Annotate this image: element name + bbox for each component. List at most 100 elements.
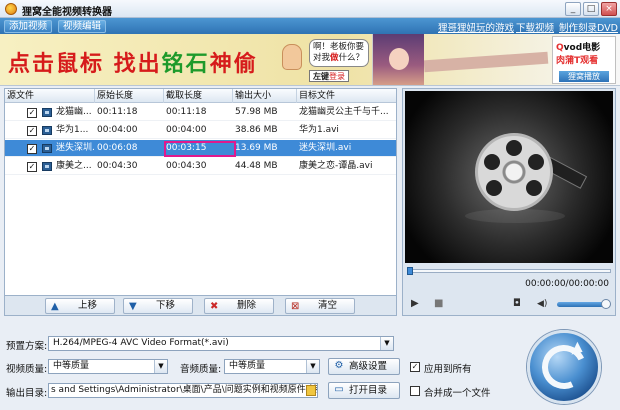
video-quality-label: 视频质量: (6, 364, 48, 375)
preset-select[interactable]: H.264/MPEG-4 AVC Video Format(*.avi) ▼ (48, 336, 394, 351)
row-checkbox[interactable]: ✓ (27, 162, 37, 172)
row-checkbox[interactable]: ✓ (27, 108, 37, 118)
cell-clip: 00:11:18 (166, 107, 207, 117)
video-file-icon (42, 144, 52, 153)
video-file-icon (42, 162, 52, 171)
row-checkbox[interactable]: ✓ (27, 144, 37, 154)
column-original-length[interactable]: 原始长度 (95, 89, 164, 103)
video-quality-select[interactable]: 中等质量 ▼ (48, 359, 168, 374)
title-bar: 狸窝全能视频转换器 _ □ × (0, 0, 620, 18)
arrow-down-icon: ▼ (129, 301, 137, 312)
film-reel-icon (475, 133, 553, 211)
maximize-button[interactable]: □ (583, 2, 599, 16)
table-row[interactable]: ✓迷失深圳...00:06:0800:03:1513.69 MB迷失深圳.avi (5, 140, 396, 157)
column-source[interactable]: 源文件 (5, 89, 95, 103)
play-button[interactable]: ▶ (411, 298, 419, 310)
video-file-icon (42, 126, 52, 135)
folder-icon: ▭ (334, 384, 344, 395)
apply-all-label: 应用到所有 (424, 364, 472, 375)
cell-source: 华为1... (56, 125, 89, 135)
cell-size: 44.48 MB (235, 161, 278, 171)
cell-target: 康美之恋-谭晶.avi (299, 161, 373, 171)
seek-thumb[interactable] (407, 267, 413, 275)
merge-checkbox[interactable] (410, 386, 420, 396)
volume-icon[interactable]: ◀) (537, 298, 547, 310)
folder-icon (306, 385, 316, 396)
output-path-input[interactable]: s and Settings\Administrator\桌面\产品\问题实例和… (48, 383, 318, 398)
video-preview: 00:00:00/00:00:00 ▶ ■ ◘ ◀) (402, 88, 616, 316)
snapshot-button[interactable]: ◘ (513, 298, 521, 310)
cell-original: 00:04:30 (97, 161, 138, 171)
table-row[interactable]: ✓ 康美之... 00:04:30 00:04:30 44.48 MB 康美之恋-谭晶.a… (5, 158, 396, 175)
cell-size: 38.86 MB (235, 125, 278, 135)
close-button[interactable]: × (601, 2, 617, 16)
download-video-link[interactable]: 下载视频 (516, 20, 554, 34)
cell-target: 龙猫幽灵公主千与千... (299, 107, 389, 117)
volume-slider[interactable] (557, 299, 611, 309)
ad-illustration (372, 34, 424, 85)
ad-login-button[interactable]: 左键登录 (309, 70, 349, 82)
apply-all-checkbox[interactable]: ✓ (410, 362, 420, 372)
move-down-button[interactable]: ▼ 下移 (123, 298, 193, 314)
cell-original: 00:11:18 (97, 107, 138, 117)
window-title: 狸窝全能视频转换器 (22, 7, 112, 18)
arrow-up-icon: ▲ (51, 301, 59, 312)
hand-icon (282, 44, 302, 70)
delete-button[interactable]: ✖ 删除 (204, 298, 274, 314)
vod-play-link[interactable]: 狸窝播放 (559, 71, 609, 82)
cell-original: 00:06:08 (97, 143, 138, 153)
cell-size: 57.98 MB (235, 107, 278, 117)
menu-bar: 添加视频 视频编辑 狸哥狸妞玩的游戏 下载视频 制作刻录DVD (0, 18, 620, 34)
games-link[interactable]: 狸哥狸妞玩的游戏 (438, 20, 514, 34)
settings-icon: ⚙ (334, 360, 344, 371)
chevron-down-icon: ▼ (306, 360, 319, 373)
seek-bar[interactable] (407, 267, 611, 275)
ad-illustration-arm (423, 51, 549, 73)
clear-button[interactable]: ⊠ 清空 (285, 298, 355, 314)
cell-source: 龙猫幽... (56, 107, 92, 117)
volume-thumb[interactable] (601, 299, 611, 309)
delete-icon: ✖ (210, 301, 219, 312)
chevron-down-icon: ▼ (154, 360, 167, 373)
column-clip-length[interactable]: 截取长度 (164, 89, 233, 103)
advanced-settings-button[interactable]: ⚙ 高级设置 (328, 358, 400, 375)
vod-ad[interactable]: Qvod电影 肉蒲T观看 狸窝播放 (552, 36, 616, 84)
output-dir-label: 输出目录: (6, 388, 48, 399)
merge-label: 合并成一个文件 (424, 388, 491, 399)
cell-size: 13.69 MB (235, 143, 278, 153)
stop-button[interactable]: ■ (434, 298, 443, 310)
cell-original: 00:04:00 (97, 125, 138, 135)
cell-source: 迷失深圳... (56, 143, 94, 153)
settings-panel: 预置方案: H.264/MPEG-4 AVC Video Format(*.av… (0, 330, 520, 410)
add-video-button[interactable]: 添加视频 (4, 20, 53, 33)
list-actions: ▲ 上移 ▼ 下移 ✖ 删除 ⊠ 清空 (4, 296, 397, 316)
ad-slogan: 点击鼠标 找出铭石神偷 (8, 51, 258, 77)
ad-speech-bubble: 啊！老板你要 对我做什么？ (309, 39, 369, 67)
preview-screen (405, 91, 613, 263)
column-output-size[interactable]: 输出大小 (233, 89, 297, 103)
minimize-button[interactable]: _ (565, 2, 581, 16)
file-list-header: 源文件 原始长度 截取长度 输出大小 目标文件 (5, 89, 396, 103)
table-row[interactable]: ✓ 华为1... 00:04:00 00:04:00 38.86 MB 华为1.avi (5, 122, 396, 139)
chevron-down-icon: ▼ (380, 337, 393, 350)
column-target[interactable]: 目标文件 (297, 89, 398, 103)
cell-target: 迷失深圳.avi (299, 143, 352, 153)
burn-dvd-link[interactable]: 制作刻录DVD (559, 20, 618, 34)
app-logo-icon (5, 3, 17, 15)
audio-quality-select[interactable]: 中等质量 ▼ (224, 359, 320, 374)
clear-icon: ⊠ (291, 301, 300, 312)
ad-banner[interactable]: 点击鼠标 找出铭石神偷 啊！老板你要 对我做什么？ 左键登录 Qvod电影 肉蒲… (0, 34, 620, 86)
open-directory-button[interactable]: ▭ 打开目录 (328, 382, 400, 399)
preset-label: 预置方案: (6, 341, 48, 352)
table-row[interactable]: ✓ 龙猫幽... 00:11:18 00:11:18 57.98 MB 龙猫幽灵公主千与千… (5, 104, 396, 121)
cell-clip: 00:04:30 (166, 161, 207, 171)
cell-source: 康美之... (56, 161, 92, 171)
cell-target: 华为1.avi (299, 125, 339, 135)
clip-length-highlight (164, 141, 236, 157)
convert-button[interactable] (527, 330, 601, 404)
edit-video-button[interactable]: 视频编辑 (58, 20, 107, 33)
row-checkbox[interactable]: ✓ (27, 126, 37, 136)
cell-clip: 00:04:00 (166, 125, 207, 135)
time-display: 00:00:00/00:00:00 (525, 279, 609, 289)
move-up-button[interactable]: ▲ 上移 (45, 298, 115, 314)
